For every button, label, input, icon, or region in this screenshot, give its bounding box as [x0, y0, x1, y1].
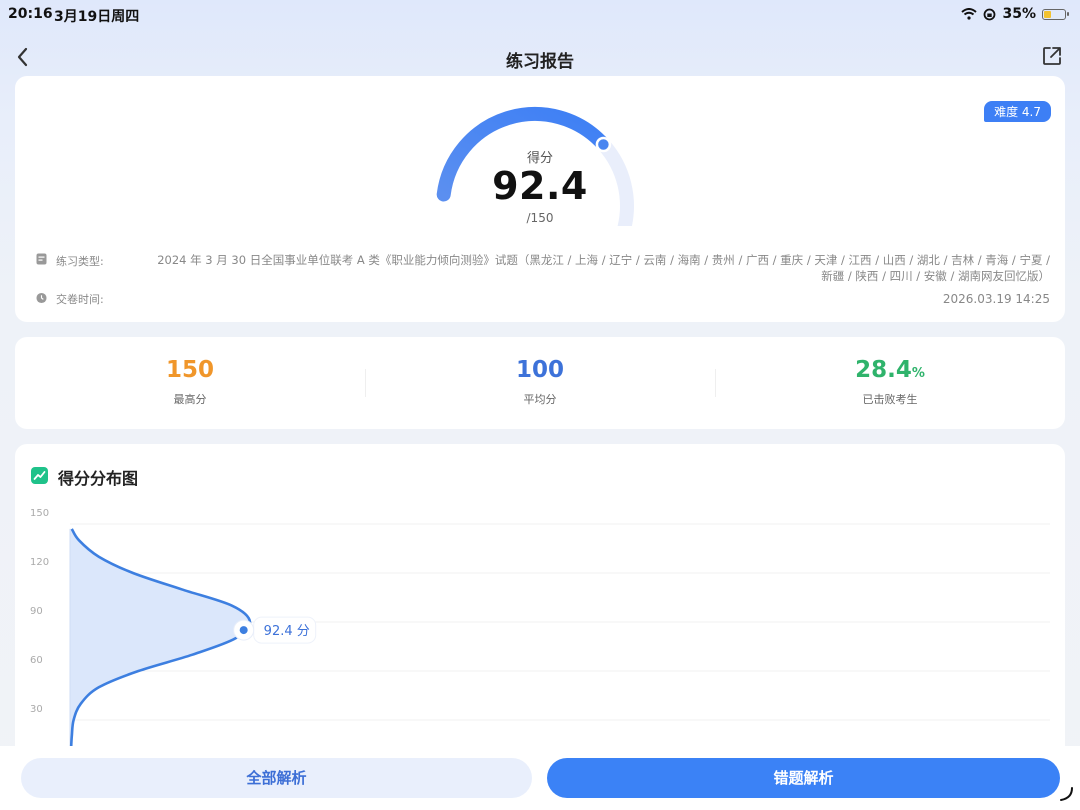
battery-level: [1044, 10, 1051, 18]
distribution-chart: 150 120 90 60 30 92.4 分: [30, 508, 1050, 764]
practice-type-label: 练习类型:: [56, 255, 104, 268]
y-tick-label: 120: [30, 557, 49, 568]
stats-card: 150 最高分 100 平均分 28.4% 已击败考生: [15, 337, 1065, 429]
submit-time-value: 2026.03.19 14:25: [942, 292, 1050, 306]
score-card: 难度 4.7 得分 92.4 /150 练习类型: 2024 年 3 月 30 …: [15, 76, 1065, 322]
distribution-area: [70, 528, 251, 764]
chart-title: 得分分布图: [58, 469, 139, 488]
submit-time-label: 交卷时间:: [56, 293, 104, 306]
battery-percent: 35%: [1002, 6, 1036, 22]
stat-beaten-value: 28.4%: [715, 357, 1065, 383]
stat-beaten: 28.4% 已击败考生: [715, 357, 1065, 407]
score-max: /150: [526, 211, 554, 225]
stat-highest: 150 最高分: [15, 357, 365, 407]
distribution-card: 150 120 90 60 30 92.4 分 得分分布图: [15, 444, 1065, 764]
score-value: 92.4: [492, 164, 588, 208]
y-tick-label: 30: [30, 704, 43, 715]
score-marker-label: 92.4 分: [264, 624, 310, 639]
status-indicators: 35%: [961, 6, 1069, 22]
document-icon: [36, 253, 47, 265]
stat-average: 100 平均分: [365, 357, 715, 407]
clock-icon: [36, 292, 47, 304]
share-button[interactable]: [1040, 44, 1064, 68]
y-tick-label: 150: [30, 508, 49, 519]
stat-average-label: 平均分: [523, 393, 557, 406]
page-title: 练习报告: [506, 52, 574, 72]
battery-icon: [1042, 8, 1069, 20]
all-analysis-button[interactable]: 全部解析: [21, 758, 532, 798]
wrong-analysis-button[interactable]: 错题解析: [547, 758, 1060, 798]
wifi-icon: [961, 8, 978, 20]
trend-chart-icon: [31, 467, 48, 484]
practice-type-value: 2024 年 3 月 30 日全国事业单位联考 A 类《职业能力倾向测验》试题（…: [157, 253, 1050, 283]
stat-average-value: 100: [515, 357, 564, 383]
loading-spinner-icon: [1060, 787, 1073, 801]
rotation-lock-icon: [984, 8, 996, 20]
stat-beaten-number: 28.4: [855, 357, 912, 383]
y-tick-label: 90: [30, 606, 43, 617]
stat-beaten-label: 已击败考生: [862, 393, 918, 406]
stat-highest-value: 150: [165, 357, 214, 383]
stat-highest-label: 最高分: [173, 393, 207, 406]
score-marker: [239, 626, 248, 635]
status-date: 3月19日周四: [54, 9, 140, 25]
stat-beaten-unit: %: [911, 366, 925, 381]
y-tick-label: 60: [30, 655, 43, 666]
difficulty-badge: 难度 4.7: [984, 101, 1051, 122]
status-time: 20:16: [8, 6, 53, 22]
